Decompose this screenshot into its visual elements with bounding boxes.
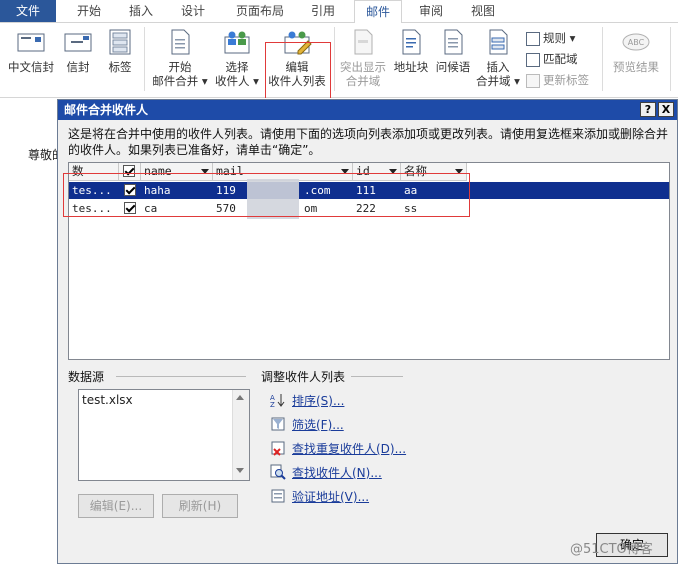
envelope-label: 信封	[66, 60, 90, 74]
address-block-label: 地址块	[393, 60, 429, 74]
adjust-list-divider	[351, 376, 403, 377]
people-icon	[222, 27, 252, 57]
tab-references[interactable]: 引用	[300, 0, 346, 22]
insert-merge-field-button[interactable]: 插入 合并域 ▾	[474, 23, 522, 95]
filter-link[interactable]: 筛选(F)...	[292, 416, 344, 433]
update-labels-button[interactable]: 更新标签	[526, 71, 589, 89]
dialog-title: 邮件合并收件人	[64, 103, 149, 117]
match-fields-label: 匹配域	[543, 52, 578, 66]
find-duplicates-link[interactable]: 查找重复收件人(D)...	[292, 440, 406, 457]
edit-datasource-button[interactable]: 编辑(E)...	[78, 494, 154, 518]
rules-icon	[526, 31, 540, 46]
validate-address-link[interactable]: 验证地址(V)...	[292, 488, 369, 505]
chinese-envelope-button[interactable]: 中文信封	[2, 23, 60, 95]
tab-layout[interactable]: 页面布局	[228, 0, 292, 22]
duplicate-remove-icon	[270, 440, 286, 456]
dialog-title-bar: 邮件合并收件人 ? X	[58, 100, 677, 120]
select-recipients-button[interactable]: 选择 收件人 ▾	[210, 23, 264, 95]
rules-label: 规则 ▾	[543, 31, 576, 45]
find-recipient-link[interactable]: 查找收件人(N)...	[292, 464, 382, 481]
preview-abc-icon: ABC	[621, 27, 651, 57]
labels-label: 标签	[108, 60, 132, 74]
highlight-line2: 合并域	[345, 74, 381, 88]
start-mail-merge-button[interactable]: 开始 邮件合并 ▾	[148, 23, 212, 95]
ribbon-separator	[670, 27, 671, 91]
tab-review[interactable]: 审阅	[408, 0, 454, 22]
select-recipients-line2: 收件人 ▾	[215, 74, 259, 88]
ribbon-mailings: 中文信封 信封 标签 开始 邮件合并 ▾ 选择 收件人 ▾ 编辑 收件人列表 突…	[0, 23, 678, 98]
ribbon-tab-bar: 文件 开始 插入 设计 页面布局 引用 邮件 审阅 视图	[0, 0, 678, 24]
labels-icon	[105, 27, 135, 57]
select-recipients-line1: 选择	[225, 60, 249, 74]
tab-file[interactable]: 文件	[0, 0, 56, 22]
document-icon	[165, 27, 195, 57]
preview-results-label: 预览结果	[613, 60, 659, 74]
watermark: @51CTO博客	[570, 542, 653, 557]
update-labels-label: 更新标签	[543, 73, 589, 87]
tab-mailings[interactable]: 邮件	[354, 0, 402, 24]
sort-az-icon: AZ	[270, 392, 286, 409]
adjust-list-label: 调整收件人列表	[261, 370, 346, 384]
tab-view[interactable]: 视图	[460, 0, 506, 22]
highlight-merge-fields-button[interactable]: 突出显示 合并域	[336, 23, 390, 95]
match-fields-icon	[526, 52, 540, 67]
datasource-item[interactable]: test.xlsx	[82, 393, 133, 407]
rows-highlight-box	[63, 173, 470, 217]
greeting-line-label: 问候语	[435, 60, 471, 74]
envelope-icon	[16, 27, 46, 57]
labels-button[interactable]: 标签	[100, 23, 140, 95]
sort-link[interactable]: 排序(S)...	[292, 392, 344, 409]
svg-text:ABC: ABC	[628, 38, 645, 47]
rules-button[interactable]: 规则 ▾	[526, 29, 575, 47]
filter-icon	[270, 416, 286, 432]
update-labels-icon	[526, 73, 540, 88]
highlight-doc-icon	[348, 27, 378, 57]
envelope-icon	[63, 27, 93, 57]
match-fields-button[interactable]: 匹配域	[526, 50, 578, 68]
datasource-label: 数据源	[68, 370, 105, 384]
insert-field-line2: 合并域 ▾	[476, 74, 520, 88]
tab-home[interactable]: 开始	[66, 0, 112, 22]
insert-field-line1: 插入	[486, 60, 510, 74]
tab-design[interactable]: 设计	[170, 0, 216, 22]
scroll-up-icon[interactable]	[236, 395, 244, 400]
address-block-button[interactable]: 地址块	[390, 23, 432, 95]
ribbon-separator	[334, 27, 335, 91]
datasource-list[interactable]: test.xlsx	[78, 389, 250, 481]
insert-field-icon	[483, 27, 513, 57]
envelope-button[interactable]: 信封	[60, 23, 96, 95]
datasource-divider	[116, 376, 246, 377]
svg-text:Z: Z	[270, 401, 275, 408]
tab-insert[interactable]: 插入	[118, 0, 164, 22]
ribbon-separator	[144, 27, 145, 91]
edit-recipients-highlight-box	[265, 42, 331, 100]
start-merge-line2: 邮件合并 ▾	[152, 74, 208, 88]
greeting-line-button[interactable]: 问候语	[432, 23, 474, 95]
chinese-envelope-label: 中文信封	[8, 60, 54, 74]
mail-merge-recipients-dialog: 邮件合并收件人 ? X 这是将在合并中使用的收件人列表。请使用下面的选项向列表添…	[57, 99, 678, 564]
close-button[interactable]: X	[658, 102, 674, 117]
datasource-scrollbar[interactable]	[232, 390, 249, 480]
find-recipient-icon	[270, 464, 286, 480]
validate-address-icon	[270, 488, 286, 504]
refresh-button[interactable]: 刷新(H)	[162, 494, 238, 518]
scroll-down-icon[interactable]	[236, 468, 244, 473]
address-block-icon	[396, 27, 426, 57]
preview-results-button[interactable]: ABC 预览结果	[606, 23, 666, 95]
help-button[interactable]: ?	[640, 102, 656, 117]
ribbon-separator	[602, 27, 603, 91]
greeting-line-icon	[438, 27, 468, 57]
start-merge-line1: 开始	[168, 60, 192, 74]
highlight-line1: 突出显示	[340, 60, 386, 74]
dialog-description: 这是将在合并中使用的收件人列表。请使用下面的选项向列表添加项或更改列表。请使用复…	[68, 127, 669, 157]
